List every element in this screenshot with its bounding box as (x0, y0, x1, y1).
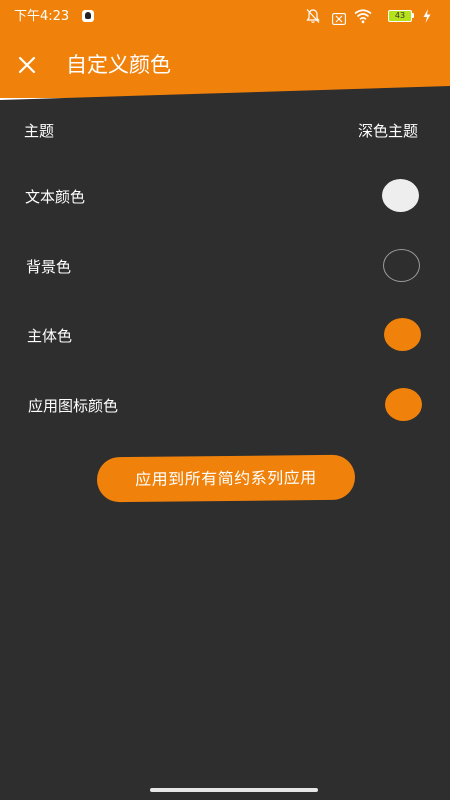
battery-level: 43 (388, 10, 412, 22)
background-color-label: 背景色 (26, 258, 72, 276)
setting-row-text-color[interactable]: 文本颜色 (25, 177, 419, 217)
primary-color-label: 主体色 (27, 327, 73, 345)
top-bar: 下午4:23 43 自定义颜色 (0, 0, 450, 98)
close-icon (18, 56, 36, 74)
battery-icon: 43 (388, 10, 414, 22)
setting-row-background-color[interactable]: 背景色 (26, 247, 420, 287)
screen: 下午4:23 43 自定义颜色 主题 深色主题 文本颜色 背景色 主体色 应用图… (0, 0, 450, 800)
apply-to-all-button[interactable]: 应用到所有简约系列应用 (96, 454, 356, 503)
app-icon-color-label: 应用图标颜色 (28, 397, 119, 415)
theme-value: 深色主题 (357, 122, 418, 140)
status-time: 下午4:23 (14, 9, 70, 24)
settings-content: 主题 深色主题 文本颜色 背景色 主体色 应用图标颜色 应用到所有简约系列应用 (0, 86, 450, 800)
text-color-label: 文本颜色 (25, 188, 86, 206)
qq-icon (82, 10, 94, 22)
charge-icon (422, 8, 432, 24)
wifi-icon (354, 8, 372, 24)
theme-label: 主题 (24, 122, 55, 140)
setting-row-primary-color[interactable]: 主体色 (27, 316, 421, 356)
close-button[interactable] (10, 48, 44, 82)
primary-color-swatch[interactable] (384, 318, 421, 351)
page-title: 自定义颜色 (66, 53, 171, 77)
bell-off-icon (306, 8, 320, 24)
status-bar: 下午4:23 43 (0, 0, 450, 34)
setting-row-theme[interactable]: 主题 深色主题 (24, 111, 418, 151)
app-icon-color-swatch[interactable] (385, 388, 422, 421)
sim-icon (332, 10, 346, 25)
background-color-swatch[interactable] (383, 249, 420, 282)
home-indicator[interactable] (150, 788, 318, 792)
text-color-swatch[interactable] (382, 179, 419, 212)
setting-row-app-icon-color[interactable]: 应用图标颜色 (28, 386, 422, 426)
